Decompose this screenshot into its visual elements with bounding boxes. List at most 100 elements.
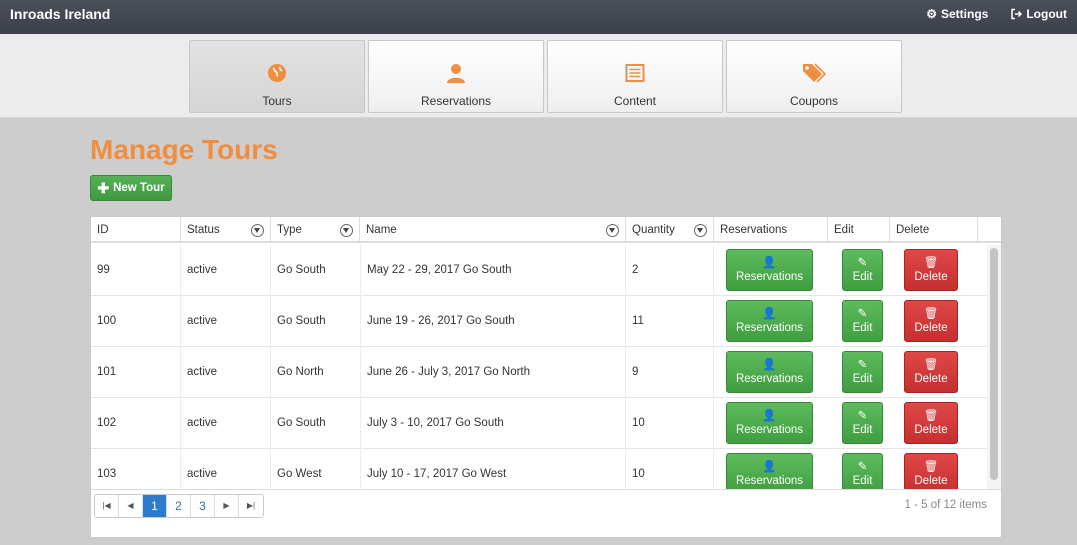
grid-body: 99 active Go South May 22 - 29, 2017 Go …	[91, 245, 987, 489]
settings-label: Settings	[941, 7, 989, 21]
reservations-button[interactable]: 👤 Reservations	[726, 453, 813, 489]
column-label: Edit	[834, 224, 854, 236]
column-header-quantity[interactable]: Quantity	[626, 217, 714, 243]
page-button[interactable]: 3	[191, 495, 215, 517]
column-label: Delete	[896, 224, 930, 236]
cell-name: June 26 - July 3, 2017 Go North	[361, 347, 626, 398]
table-row: 99 active Go South May 22 - 29, 2017 Go …	[91, 245, 987, 296]
delete-button[interactable]: 🗑 Delete	[904, 453, 958, 489]
user-icon	[447, 64, 465, 83]
grid-footer: |◀ ◀ 1 2 3 ▶ ▶| 1 - 5 of 12 items	[91, 489, 1001, 521]
tags-icon	[803, 63, 826, 83]
pencil-icon: ✎	[857, 460, 868, 473]
user-icon: 👤	[762, 358, 777, 371]
cell-status: active	[181, 296, 271, 347]
user-icon: 👤	[762, 409, 777, 422]
cell-status: active	[181, 245, 271, 296]
new-tour-button[interactable]: ✚ New Tour	[90, 175, 172, 201]
cell-type: Go South	[271, 296, 361, 347]
page-button[interactable]: 1	[143, 495, 167, 517]
tile-tours[interactable]: Tours	[189, 40, 365, 113]
cell-status: active	[181, 398, 271, 449]
delete-button[interactable]: 🗑 Delete	[904, 249, 958, 291]
prev-page-button[interactable]: ◀	[119, 495, 143, 517]
reservations-label: Reservations	[735, 270, 804, 283]
edit-label: Edit	[852, 321, 873, 334]
first-page-button[interactable]: |◀	[95, 495, 119, 517]
top-nav: ⚙ Settings Logout	[926, 7, 1067, 21]
list-icon	[625, 64, 645, 82]
column-header-status[interactable]: Status	[181, 217, 271, 243]
edit-button[interactable]: ✎ Edit	[842, 453, 883, 489]
cell-status: active	[181, 449, 271, 489]
section-tiles: Tours Reservations Content Coupons	[0, 34, 1077, 118]
column-label: Quantity	[632, 224, 675, 236]
filter-icon[interactable]	[251, 224, 264, 237]
page-button[interactable]: 2	[167, 495, 191, 517]
edit-button[interactable]: ✎ Edit	[842, 402, 883, 444]
cell-quantity: 11	[626, 296, 714, 347]
column-header-delete: Delete	[890, 217, 978, 243]
cell-name: July 3 - 10, 2017 Go South	[361, 398, 626, 449]
filter-icon[interactable]	[606, 224, 619, 237]
cell-quantity: 10	[626, 449, 714, 489]
user-icon: 👤	[762, 256, 777, 269]
globe-icon	[268, 64, 286, 82]
pager-info: 1 - 5 of 12 items	[904, 499, 987, 511]
edit-button[interactable]: ✎ Edit	[842, 249, 883, 291]
reservations-button[interactable]: 👤 Reservations	[726, 351, 813, 393]
filter-icon[interactable]	[340, 224, 353, 237]
app-brand[interactable]: Inroads Ireland	[10, 6, 110, 22]
tile-label: Coupons	[789, 94, 839, 108]
edit-label: Edit	[852, 270, 873, 283]
filter-icon[interactable]	[694, 224, 707, 237]
page-title: Manage Tours	[90, 134, 278, 165]
tile-label: Content	[613, 94, 657, 108]
table-row: 103 active Go West July 10 - 17, 2017 Go…	[91, 449, 987, 489]
table-row: 102 active Go South July 3 - 10, 2017 Go…	[91, 398, 987, 449]
scrollbar-thumb[interactable]	[990, 248, 998, 480]
grid-header: ID Status Type Name Quantity Reservation…	[91, 217, 1001, 243]
tile-reservations[interactable]: Reservations	[368, 40, 544, 113]
column-label: Name	[366, 224, 397, 236]
reservations-button[interactable]: 👤 Reservations	[726, 402, 813, 444]
plus-icon: ✚	[97, 180, 110, 196]
cell-id: 99	[91, 245, 181, 296]
cell-id: 102	[91, 398, 181, 449]
edit-button[interactable]: ✎ Edit	[842, 300, 883, 342]
column-header-type[interactable]: Type	[271, 217, 360, 243]
top-navbar: Inroads Ireland ⚙ Settings Logout	[0, 0, 1077, 34]
last-page-button[interactable]: ▶|	[239, 495, 263, 517]
reservations-label: Reservations	[735, 321, 804, 334]
reservations-label: Reservations	[735, 372, 804, 385]
cell-type: Go South	[271, 245, 361, 296]
delete-button[interactable]: 🗑 Delete	[904, 402, 958, 444]
new-tour-label: New Tour	[113, 182, 165, 194]
tile-coupons[interactable]: Coupons	[726, 40, 902, 113]
settings-link[interactable]: ⚙ Settings	[926, 7, 988, 21]
grid-scrollbar[interactable]	[987, 245, 1001, 489]
reservations-button[interactable]: 👤 Reservations	[726, 249, 813, 291]
logout-link[interactable]: Logout	[1010, 7, 1067, 21]
reservations-label: Reservations	[735, 423, 804, 436]
reservations-label: Reservations	[735, 474, 804, 487]
delete-label: Delete	[914, 423, 948, 436]
column-header-id[interactable]: ID	[91, 217, 181, 243]
column-header-name[interactable]: Name	[360, 217, 626, 243]
reservations-button[interactable]: 👤 Reservations	[726, 300, 813, 342]
delete-button[interactable]: 🗑 Delete	[904, 351, 958, 393]
trash-icon: 🗑	[923, 358, 939, 371]
tile-content[interactable]: Content	[547, 40, 723, 113]
cell-id: 100	[91, 296, 181, 347]
next-page-button[interactable]: ▶	[215, 495, 239, 517]
cell-name: June 19 - 26, 2017 Go South	[361, 296, 626, 347]
delete-button[interactable]: 🗑 Delete	[904, 300, 958, 342]
edit-button[interactable]: ✎ Edit	[842, 351, 883, 393]
cell-name: May 22 - 29, 2017 Go South	[361, 245, 626, 296]
cell-name: July 10 - 17, 2017 Go West	[361, 449, 626, 489]
trash-icon: 🗑	[923, 256, 939, 269]
edit-label: Edit	[852, 372, 873, 385]
column-header-edit: Edit	[828, 217, 890, 243]
table-row: 100 active Go South June 19 - 26, 2017 G…	[91, 296, 987, 347]
edit-label: Edit	[852, 474, 873, 487]
